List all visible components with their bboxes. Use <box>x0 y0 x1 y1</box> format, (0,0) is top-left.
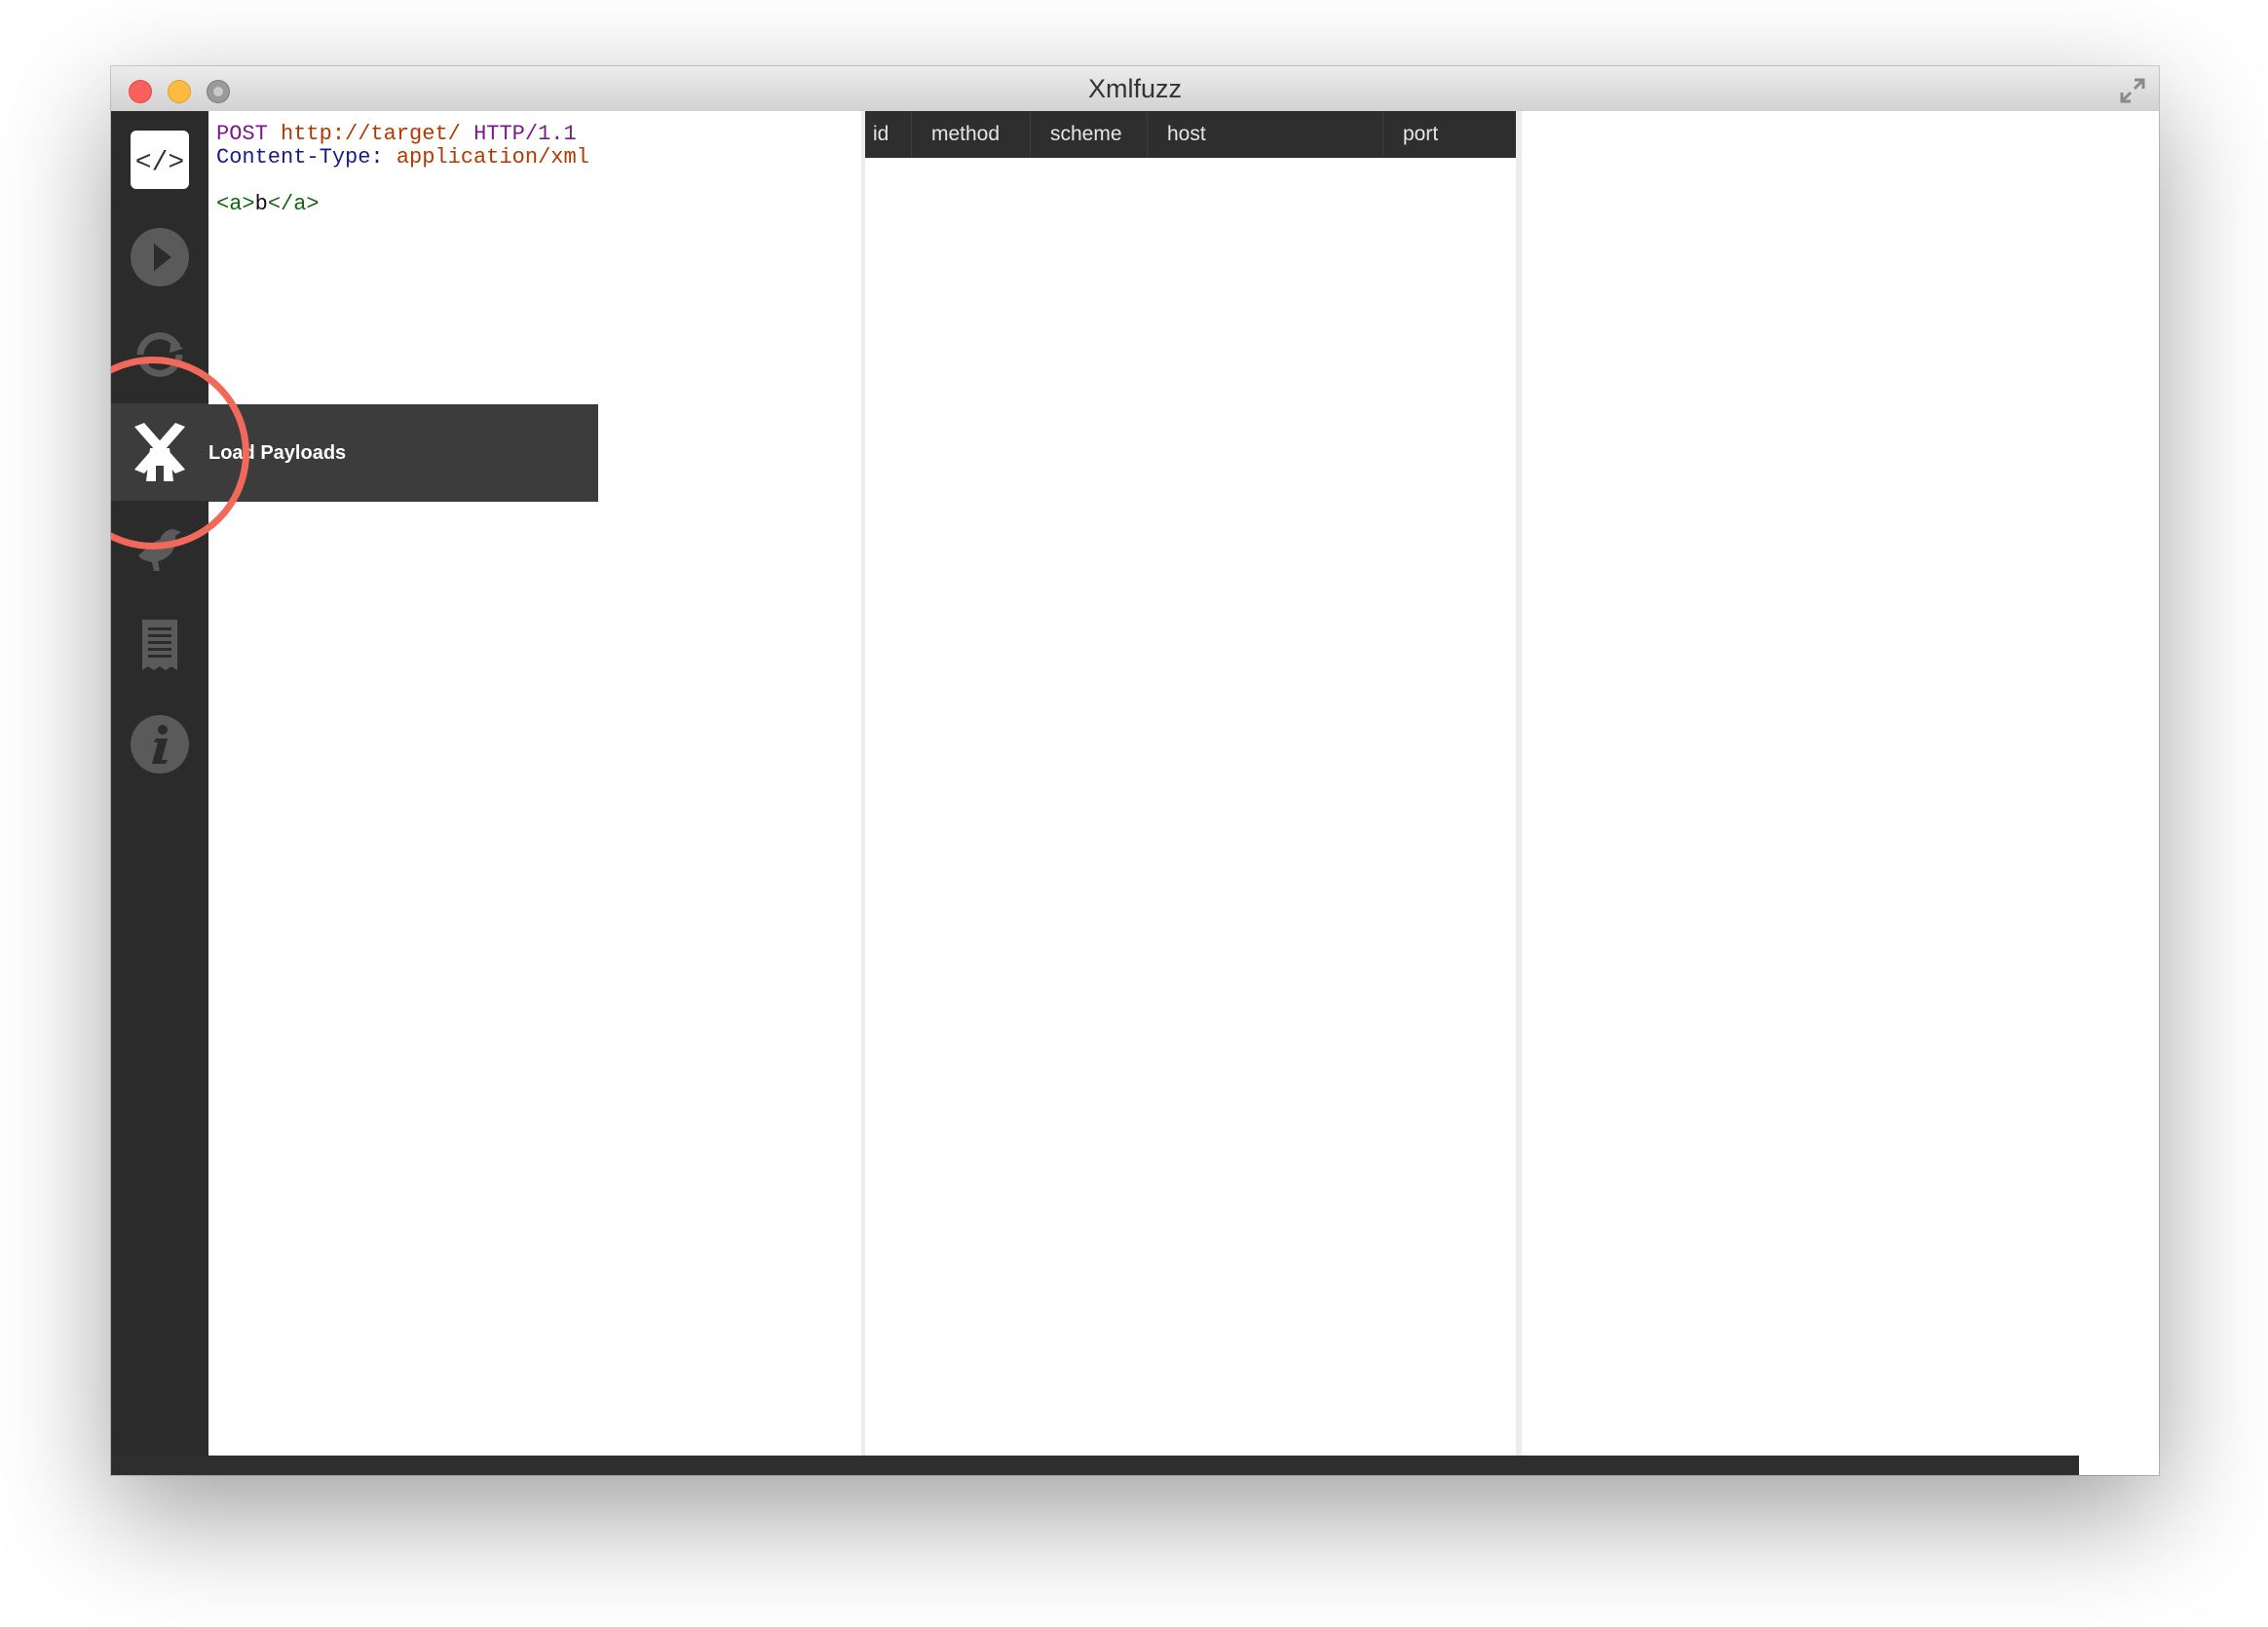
column-header-method[interactable]: method <box>912 111 1031 158</box>
header-value: application/xml <box>396 145 589 170</box>
column-header-id[interactable]: id <box>865 111 912 158</box>
table-header: id method scheme host port <box>865 111 1516 158</box>
xml-close-tag: </a> <box>267 192 320 216</box>
sidebar-item-editor[interactable]: </> <box>111 111 208 208</box>
xml-text: b <box>254 192 268 216</box>
header-name: Content-Type: <box>216 145 384 170</box>
sidebar-item-load-payloads[interactable] <box>111 403 208 501</box>
app-window: Xmlfuzz </> POST http://target/ HTTP/1.1… <box>111 66 2159 1475</box>
request-url: http://target/ <box>281 122 461 146</box>
column-header-port[interactable]: port <box>1383 111 1516 158</box>
http-method: POST <box>216 122 268 146</box>
play-icon <box>131 228 189 286</box>
editor-line-4: <a>b</a> <box>216 193 853 216</box>
editor-line-2: Content-Type: application/xml <box>216 146 853 170</box>
http-version: HTTP/1.1 <box>473 122 577 146</box>
code-icon: </> <box>131 131 189 189</box>
sidebar: </> <box>111 111 208 1456</box>
sidebar-item-info[interactable] <box>111 696 208 793</box>
sidebar-item-report[interactable] <box>111 598 208 696</box>
windmill-icon <box>134 423 185 481</box>
request-editor[interactable]: POST http://target/ HTTP/1.1 Content-Typ… <box>208 111 861 1456</box>
bird-icon <box>138 529 181 571</box>
fullscreen-icon[interactable] <box>2118 76 2147 105</box>
xml-open-tag: <a> <box>216 192 255 216</box>
document-icon <box>142 620 177 670</box>
status-bar <box>111 1456 2079 1475</box>
title-bar: Xmlfuzz <box>111 66 2159 112</box>
editor-line-1: POST http://target/ HTTP/1.1 <box>216 123 853 146</box>
window-title: Xmlfuzz <box>1087 74 1183 103</box>
detail-pane <box>1522 111 2159 1456</box>
load-payloads-tooltip: Load Payloads <box>208 404 598 502</box>
svg-text:</>: </> <box>135 148 184 178</box>
sidebar-item-refresh[interactable] <box>111 306 208 403</box>
info-icon <box>131 715 189 774</box>
column-header-host[interactable]: host <box>1148 111 1383 158</box>
sidebar-item-run[interactable] <box>111 208 208 306</box>
sidebar-item-bird[interactable] <box>111 501 208 598</box>
results-table: id method scheme host port <box>865 111 1516 1456</box>
column-header-scheme[interactable]: scheme <box>1031 111 1148 158</box>
refresh-icon <box>136 332 183 377</box>
editor-blank-line <box>216 170 853 193</box>
